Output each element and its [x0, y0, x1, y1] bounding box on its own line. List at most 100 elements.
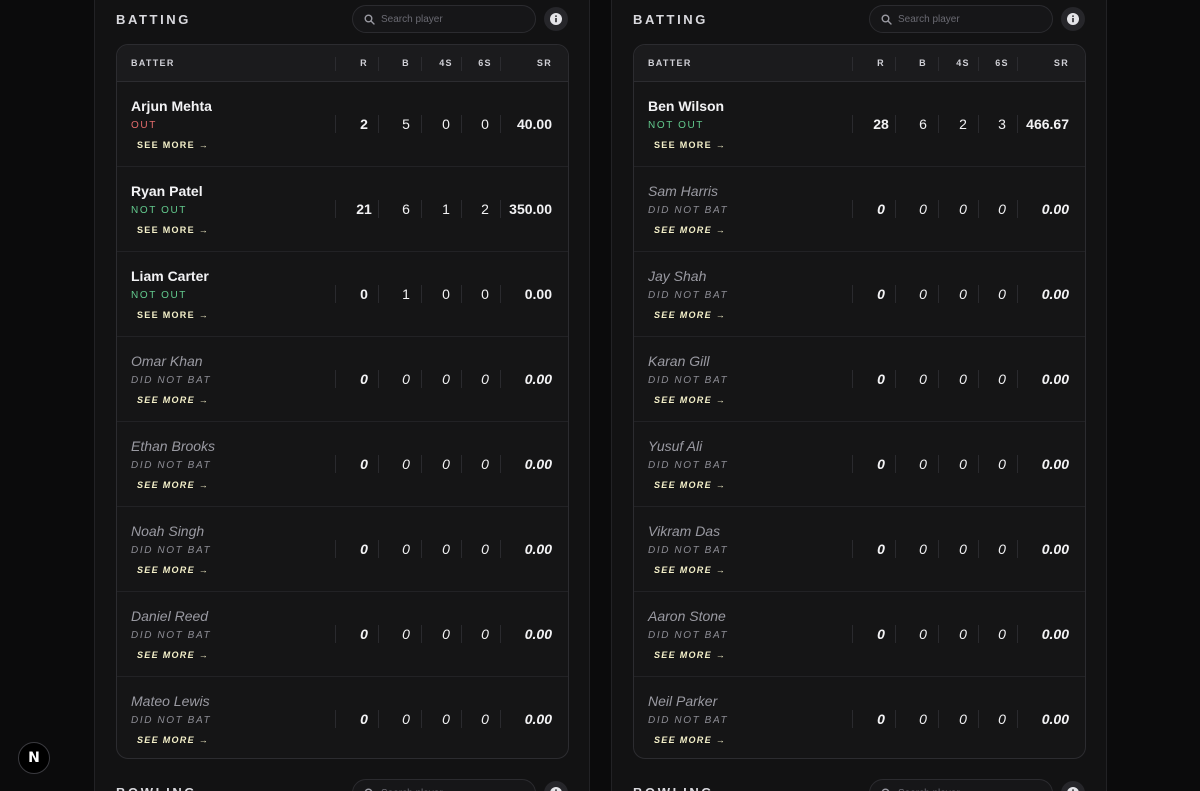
cell-strike-rate: 0.00 — [1041, 201, 1069, 217]
see-more-link[interactable]: SEE MORE → — [654, 565, 726, 575]
table-row: Arjun Mehta OUT SEE MORE → 2 5 0 0 40.00 — [117, 82, 568, 167]
search-input[interactable]: Search player — [352, 779, 536, 791]
player-name[interactable]: Sam Harris — [648, 183, 718, 199]
player-name[interactable]: Vikram Das — [648, 523, 720, 539]
row-divider — [895, 115, 896, 133]
table-row: Jay Shah DID NOT BAT SEE MORE → 0 0 0 0 0.00 — [634, 252, 1085, 337]
row-divider — [378, 540, 379, 558]
team-panel-left: BATTING Search player BATTER R B 4S 6S SR Arjun … — [94, 0, 590, 791]
player-name[interactable]: Ben Wilson — [648, 98, 724, 114]
row-divider — [500, 370, 501, 388]
player-status: OUT — [131, 120, 157, 131]
table-row: Aaron Stone DID NOT BAT SEE MORE → 0 0 0 0 0.00 — [634, 592, 1085, 677]
row-divider — [461, 115, 462, 133]
row-divider — [1017, 625, 1018, 643]
see-more-link[interactable]: SEE MORE → — [137, 310, 209, 320]
cell-strike-rate: 0.00 — [524, 286, 552, 302]
row-divider — [978, 200, 979, 218]
see-more-link[interactable]: SEE MORE → — [137, 735, 209, 745]
search-input[interactable]: Search player — [869, 779, 1053, 791]
section-title: BOWLING — [116, 785, 197, 791]
player-status: NOT OUT — [131, 205, 188, 216]
row-divider — [421, 200, 422, 218]
row-divider — [895, 625, 896, 643]
batting-table: BATTER R B 4S 6S SR Ben Wilson NOT OUT SEE MORE … — [633, 44, 1086, 759]
player-name[interactable]: Ryan Patel — [131, 183, 203, 199]
info-icon — [1067, 13, 1079, 25]
cell-strike-rate: 0.00 — [524, 541, 552, 557]
player-name[interactable]: Mateo Lewis — [131, 693, 210, 709]
row-divider — [461, 710, 462, 728]
table-row: Vikram Das DID NOT BAT SEE MORE → 0 0 0 0 0.00 — [634, 507, 1085, 592]
see-more-link[interactable]: SEE MORE → — [654, 140, 726, 150]
see-more-link[interactable]: SEE MORE → — [137, 480, 209, 490]
row-divider — [852, 370, 853, 388]
see-more-link[interactable]: SEE MORE → — [654, 225, 726, 235]
row-divider — [852, 625, 853, 643]
cell-strike-rate: 0.00 — [1041, 541, 1069, 557]
row-divider — [978, 540, 979, 558]
table-header: BATTER R B 4S 6S SR — [634, 45, 1085, 82]
cell-strike-rate: 0.00 — [524, 456, 552, 472]
player-name[interactable]: Arjun Mehta — [131, 98, 212, 114]
column-divider — [938, 57, 939, 71]
row-divider — [978, 285, 979, 303]
row-divider — [852, 455, 853, 473]
row-divider — [852, 115, 853, 133]
see-more-link[interactable]: SEE MORE → — [137, 225, 209, 235]
table-row: Yusuf Ali DID NOT BAT SEE MORE → 0 0 0 0 0.00 — [634, 422, 1085, 507]
table-row: Sam Harris DID NOT BAT SEE MORE → 0 0 0 0 0.00 — [634, 167, 1085, 252]
search-input[interactable]: Search player — [352, 5, 536, 33]
see-more-link[interactable]: SEE MORE → — [654, 480, 726, 490]
table-row: Noah Singh DID NOT BAT SEE MORE → 0 0 0 0 0.00 — [117, 507, 568, 592]
see-more-link[interactable]: SEE MORE → — [137, 565, 209, 575]
info-button[interactable] — [1061, 7, 1085, 31]
player-status: DID NOT BAT — [131, 460, 212, 471]
table-row: Neil Parker DID NOT BAT SEE MORE → 0 0 0 0 0.00 — [634, 677, 1085, 758]
search-input[interactable]: Search player — [869, 5, 1053, 33]
row-divider — [461, 285, 462, 303]
table-row: Mateo Lewis DID NOT BAT SEE MORE → 0 0 0 0 0.00 — [117, 677, 568, 758]
player-name[interactable]: Yusuf Ali — [648, 438, 702, 454]
row-divider — [378, 115, 379, 133]
batting-table: BATTER R B 4S 6S SR Arjun Mehta OUT SEE MORE → 2 5… — [116, 44, 569, 759]
see-more-link[interactable]: SEE MORE → — [654, 395, 726, 405]
see-more-link[interactable]: SEE MORE → — [137, 650, 209, 660]
row-divider — [852, 710, 853, 728]
info-button[interactable] — [544, 781, 568, 791]
row-divider — [852, 285, 853, 303]
player-name[interactable]: Ethan Brooks — [131, 438, 215, 454]
player-name[interactable]: Karan Gill — [648, 353, 709, 369]
row-divider — [978, 625, 979, 643]
player-status: DID NOT BAT — [648, 375, 729, 386]
column-divider — [978, 57, 979, 71]
row-divider — [1017, 200, 1018, 218]
row-divider — [335, 625, 336, 643]
player-name[interactable]: Liam Carter — [131, 268, 209, 284]
player-status: NOT OUT — [131, 290, 188, 301]
info-button[interactable] — [544, 7, 568, 31]
batting-header: BATTING Search player — [633, 5, 1087, 33]
section-title: BATTING — [633, 12, 709, 27]
row-divider — [421, 115, 422, 133]
player-status: DID NOT BAT — [131, 375, 212, 386]
player-name[interactable]: Neil Parker — [648, 693, 717, 709]
see-more-link[interactable]: SEE MORE → — [137, 140, 209, 150]
player-name[interactable]: Aaron Stone — [648, 608, 726, 624]
see-more-link[interactable]: SEE MORE → — [137, 395, 209, 405]
info-button[interactable] — [1061, 781, 1085, 791]
row-divider — [500, 200, 501, 218]
row-divider — [378, 370, 379, 388]
see-more-link[interactable]: SEE MORE → — [654, 650, 726, 660]
row-divider — [978, 115, 979, 133]
player-name[interactable]: Omar Khan — [131, 353, 203, 369]
player-name[interactable]: Noah Singh — [131, 523, 204, 539]
player-status: DID NOT BAT — [648, 630, 729, 641]
player-name[interactable]: Daniel Reed — [131, 608, 208, 624]
see-more-link[interactable]: SEE MORE → — [654, 735, 726, 745]
see-more-link[interactable]: SEE MORE → — [654, 310, 726, 320]
info-icon — [550, 13, 562, 25]
next-dev-badge[interactable]: N — [18, 742, 50, 774]
row-divider — [378, 710, 379, 728]
player-name[interactable]: Jay Shah — [648, 268, 706, 284]
